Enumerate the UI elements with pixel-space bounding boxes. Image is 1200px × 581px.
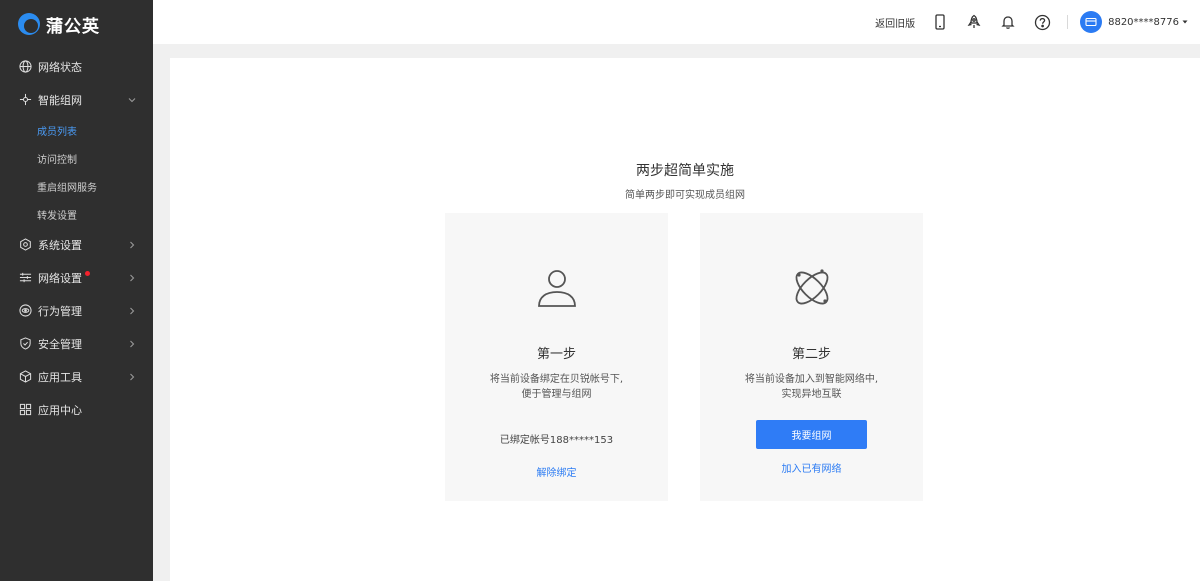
sidebar-item-label: 网络设置 [38,271,82,285]
notification-dot [85,271,90,276]
top-header: 返回旧版 8820****8776 [153,0,1200,44]
sidebar-item-label: 网络状态 [38,60,82,74]
step1-title: 第一步 [536,347,576,362]
sidebar-item-network-status[interactable]: 网络状态 [0,50,153,83]
chevron-right-icon [130,241,135,248]
logo[interactable]: 蒲公英 [0,0,153,48]
sidebar-subitem-restart-service[interactable]: 重启组网服务 [0,172,153,200]
sidebar-subitem-access-control[interactable]: 访问控制 [0,144,153,172]
bound-account-text: 已绑定帐号188*****153 [499,435,614,446]
chevron-right-icon [130,373,135,380]
join-network-button[interactable]: 我要组网 [756,420,867,449]
bell-icon[interactable] [999,13,1017,31]
user-name: 8820****8776 [1108,16,1179,28]
header-divider [1067,15,1069,29]
sidebar-item-label: 应用中心 [38,403,82,417]
sidebar-subitem-forward-settings[interactable]: 转发设置 [0,200,153,228]
unbind-link[interactable]: 解除绑定 [445,464,668,479]
sidebar-item-system-settings[interactable]: 系统设置 [0,228,153,261]
sidebar-item-behavior-management[interactable]: 行为管理 [0,294,153,327]
sidebar-item-app-tools[interactable]: 应用工具 [0,360,153,393]
orbit-icon [795,269,828,305]
gear-icon [18,238,32,252]
globe-icon [18,60,32,74]
step2-description: 将当前设备加入到智能网络中, 实现异地互联 [744,374,879,400]
sidebar-item-security-management[interactable]: 安全管理 [0,327,153,360]
avatar[interactable] [1080,11,1103,33]
main-panel: 两步超简单实施 简单两步即可实现成员组网 第一步 将当前设备绑定在贝锐帐号下, … [170,58,1200,581]
cube-icon [18,370,32,384]
chevron-right-icon [130,340,135,347]
sidebar-item-network-settings[interactable]: 网络设置 [0,261,153,294]
back-to-old-version-link[interactable]: 返回旧版 [875,15,915,30]
sidebar-item-label: 安全管理 [38,337,82,351]
page-subtitle: 简单两步即可实现成员组网 [625,190,745,201]
sidebar: 蒲公英 网络状态 智能组网 成员列表 访问控制 重启组网服务 转发设置 系统设置 [0,0,153,581]
user-menu[interactable]: 8820****8776 [1108,17,1188,28]
sidebar-item-label: 应用工具 [38,370,82,384]
sidebar-item-label: 系统设置 [38,238,82,252]
sidebar-item-label: 智能组网 [38,93,82,107]
grid-icon [18,403,32,417]
join-existing-network-link[interactable]: 加入已有网络 [700,460,923,475]
sidebar-subitem-member-list[interactable]: 成员列表 [0,116,153,144]
logo-text: 蒲公英 [46,16,100,37]
network-icon [18,93,32,107]
caret-down-icon [1182,20,1188,24]
chevron-right-icon [130,274,135,281]
shield-icon [18,337,32,351]
rocket-icon[interactable] [965,13,983,31]
sidebar-item-app-center[interactable]: 应用中心 [0,393,153,426]
step2-card: 第二步 将当前设备加入到智能网络中, 实现异地互联 我要组网 加入已有网络 [700,213,923,501]
step2-title: 第二步 [791,347,831,362]
phone-icon[interactable] [931,13,949,31]
logo-mark-icon [18,13,40,35]
sidebar-nav: 网络状态 智能组网 成员列表 访问控制 重启组网服务 转发设置 系统设置 网络设… [0,50,153,426]
page-title: 两步超简单实施 [636,163,734,179]
chevron-down-icon [128,97,136,102]
sliders-icon [18,271,32,285]
chevron-right-icon [130,307,135,314]
step1-card: 第一步 将当前设备绑定在贝锐帐号下, 便于管理与组网 已绑定帐号188*****… [445,213,668,501]
user-icon [537,270,576,307]
help-icon[interactable] [1033,13,1051,31]
eye-icon [18,304,32,318]
sidebar-item-label: 行为管理 [38,304,82,318]
step1-description: 将当前设备绑定在贝锐帐号下, 便于管理与组网 [489,374,624,400]
sidebar-item-smart-network[interactable]: 智能组网 [0,83,153,116]
